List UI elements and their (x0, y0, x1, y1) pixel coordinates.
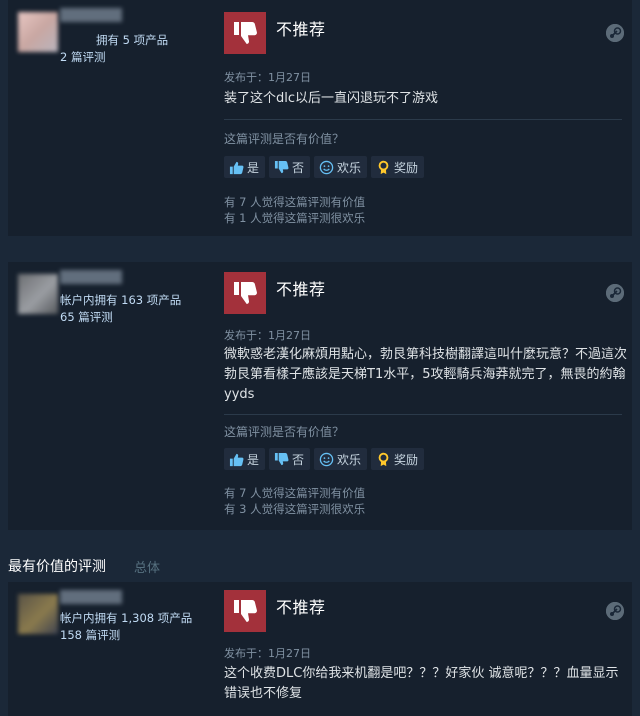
vote-no-button[interactable]: 否 (269, 156, 311, 178)
author-products-owned: 帐户内拥有 163 项产品 (60, 293, 182, 307)
review-text: 装了这个dlc以后一直闪退玩不了游戏 (224, 91, 439, 106)
smiley-icon (319, 452, 334, 466)
award-label: 奖励 (394, 452, 419, 467)
vote-no-button[interactable]: 否 (269, 448, 311, 470)
thumbs-up-icon (229, 453, 244, 466)
avatar[interactable] (18, 594, 58, 634)
review-content: 不推荐 发布于：1月27日 这个收费DLC你给我来机翻是吧？？？好家伙 诚意呢？… (224, 582, 628, 716)
author-name[interactable] (60, 8, 122, 22)
author-review-count[interactable]: 65 篇评测 (60, 309, 113, 325)
thumbs-up-icon (229, 161, 244, 174)
steam-icon (606, 24, 624, 42)
review-author: 拥有 5 项产品 2 篇评测 (8, 0, 220, 236)
funny-count: 有 1 人觉得这篇评测很欢乐 (224, 211, 366, 225)
steam-icon (606, 284, 624, 302)
helpful-count: 有 7 人觉得这篇评测有价值 (224, 195, 366, 209)
author-review-count[interactable]: 158 篇评测 (60, 627, 120, 643)
award-icon (378, 452, 389, 466)
review-text: 这个收费DLC你给我来机翻是吧？？？好家伙 诚意呢？？？血量显示错误也不修复 (224, 666, 619, 701)
review-date: 发布于：1月27日 (224, 329, 311, 342)
review-card: 帐户内拥有 163 项产品 65 篇评测 不推荐 发布于：1月27日 微軟惑老漢… (8, 262, 632, 530)
divider (224, 414, 622, 415)
review-content: 不推荐 发布于：1月27日 装了这个dlc以后一直闪退玩不了游戏 这篇评测是否有… (224, 0, 628, 236)
divider (224, 119, 622, 120)
author-name[interactable] (60, 590, 122, 604)
vote-funny-button[interactable]: 欢乐 (314, 156, 368, 178)
review-verdict: 不推荐 (276, 280, 326, 299)
review-verdict: 不推荐 (276, 598, 326, 617)
award-icon (378, 160, 389, 174)
award-button[interactable]: 奖励 (371, 448, 425, 470)
review-author: 帐户内拥有 163 项产品 65 篇评测 (8, 262, 220, 530)
review-date: 发布于：1月27日 (224, 71, 311, 84)
avatar[interactable] (18, 12, 58, 52)
helpful-question: 这篇评测是否有价值？ (224, 132, 345, 146)
thumbs-down-icon (274, 452, 289, 465)
helpful-question: 这篇评测是否有价值？ (224, 425, 345, 439)
review-author: 帐户内拥有 1,308 项产品 158 篇评测 (8, 582, 220, 716)
review-card: 帐户内拥有 1,308 项产品 158 篇评测 不推荐 发布于：1月27日 这个… (8, 582, 632, 716)
section-tab-overall[interactable]: 总体 (134, 557, 160, 576)
vote-no-label: 否 (292, 452, 305, 467)
vote-yes-label: 是 (247, 160, 260, 175)
vote-funny-button[interactable]: 欢乐 (314, 448, 368, 470)
vote-funny-label: 欢乐 (337, 452, 362, 467)
vote-yes-button[interactable]: 是 (224, 448, 266, 470)
avatar[interactable] (18, 274, 58, 314)
thumbs-down-icon (274, 160, 289, 173)
funny-count: 有 3 人觉得这篇评测很欢乐 (224, 502, 366, 516)
thumbs-down-icon (224, 12, 266, 54)
section-title: 最有价值的评测 (8, 559, 106, 575)
award-button[interactable]: 奖励 (371, 156, 425, 178)
author-products-owned: 帐户内拥有 1,308 项产品 (60, 611, 193, 625)
review-date: 发布于：1月27日 (224, 647, 311, 660)
author-name[interactable] (60, 270, 122, 284)
vote-yes-button[interactable]: 是 (224, 156, 266, 178)
review-verdict: 不推荐 (276, 20, 326, 39)
vote-funny-label: 欢乐 (337, 160, 362, 175)
award-label: 奖励 (394, 160, 419, 175)
steam-icon (606, 602, 624, 620)
author-review-count[interactable]: 2 篇评测 (60, 49, 105, 65)
smiley-icon (319, 160, 334, 174)
review-text: 微軟惑老漢化麻煩用點心，勃艮第科技樹翻譯這叫什麼玩意？不過這次勃艮第看樣子應該是… (224, 347, 628, 402)
review-card: 拥有 5 项产品 2 篇评测 不推荐 发布于：1月27日 装了这个dlc以后一直… (8, 0, 632, 236)
thumbs-down-icon (224, 272, 266, 314)
author-products-owned: 拥有 5 项产品 (96, 33, 169, 47)
vote-buttons: 是 否 欢乐 奖励 (224, 448, 425, 470)
vote-yes-label: 是 (247, 452, 260, 467)
vote-buttons: 是 否 欢乐 奖励 (224, 156, 425, 178)
vote-no-label: 否 (292, 160, 305, 175)
thumbs-down-icon (224, 590, 266, 632)
review-content: 不推荐 发布于：1月27日 微軟惑老漢化麻煩用點心，勃艮第科技樹翻譯這叫什麼玩意… (224, 262, 628, 530)
helpful-count: 有 7 人觉得这篇评测有价值 (224, 486, 366, 500)
